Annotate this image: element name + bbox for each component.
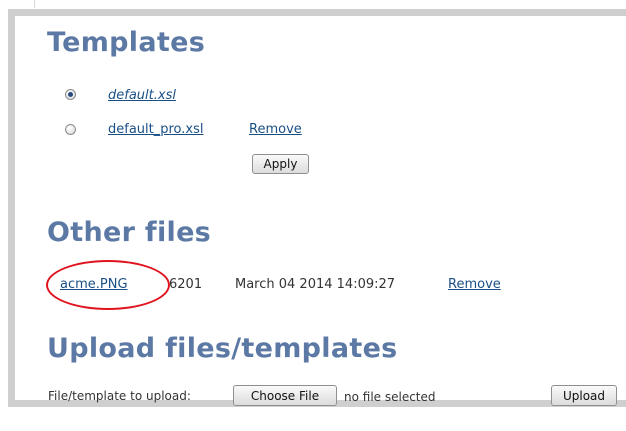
template-link-default-pro-xsl[interactable]: default_pro.xsl bbox=[108, 122, 204, 137]
remove-file-link[interactable]: Remove bbox=[448, 277, 501, 292]
upload-button[interactable]: Upload bbox=[551, 385, 617, 406]
highlight-circle bbox=[46, 260, 170, 310]
choose-file-button[interactable]: Choose File bbox=[233, 385, 337, 406]
radio-default-pro-xsl[interactable] bbox=[65, 124, 76, 135]
other-files-heading: Other files bbox=[47, 217, 212, 248]
upload-label: File/template to upload: bbox=[48, 389, 191, 403]
apply-button[interactable]: Apply bbox=[252, 154, 309, 174]
frame-edge bbox=[34, 0, 35, 8]
template-link-default-xsl[interactable]: default.xsl bbox=[108, 88, 176, 103]
upload-heading: Upload files/templates bbox=[47, 333, 398, 364]
radio-default-xsl[interactable] bbox=[65, 89, 76, 100]
remove-template-link[interactable]: Remove bbox=[249, 122, 302, 137]
no-file-selected-text: no file selected bbox=[344, 390, 436, 404]
file-size: 6201 bbox=[169, 277, 203, 292]
templates-heading: Templates bbox=[47, 27, 206, 58]
file-date: March 04 2014 14:09:27 bbox=[235, 277, 396, 292]
